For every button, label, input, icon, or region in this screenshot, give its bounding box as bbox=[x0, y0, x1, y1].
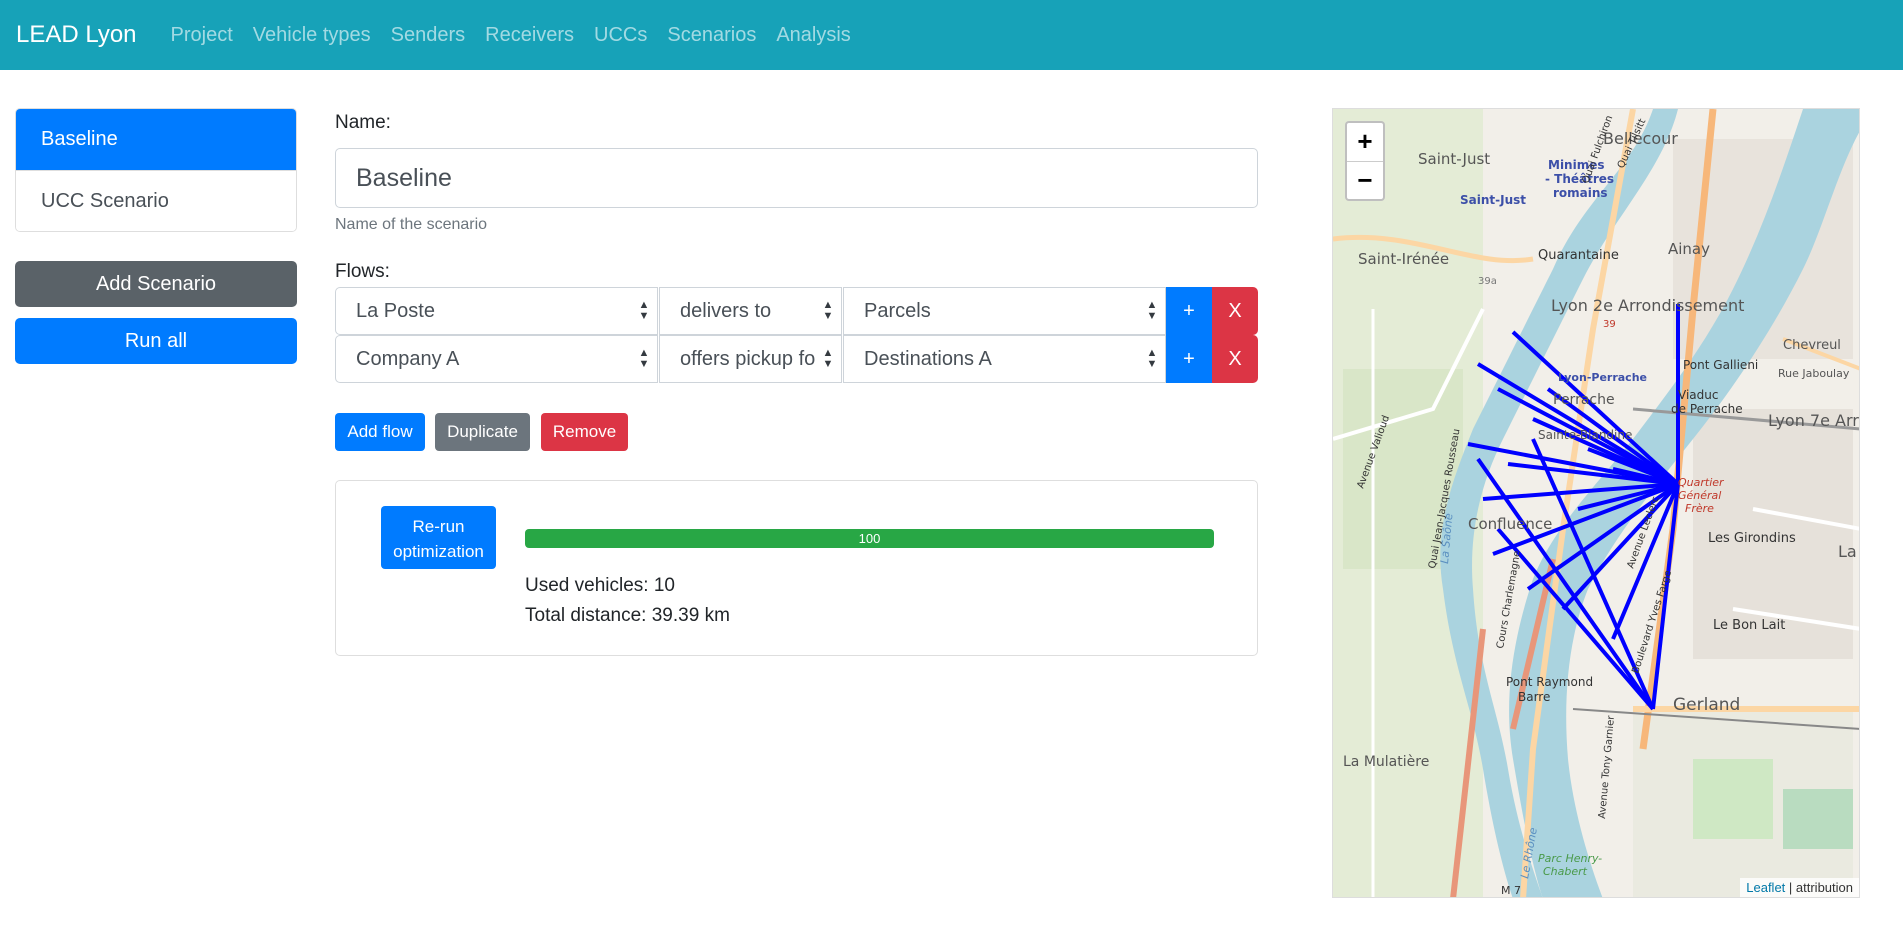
remove-button[interactable]: Remove bbox=[541, 413, 628, 451]
map-label: Chabert bbox=[1543, 865, 1588, 878]
map-label: Parc Henry- bbox=[1538, 852, 1602, 865]
map-label: Barre bbox=[1518, 690, 1550, 704]
map-label: La M bbox=[1838, 542, 1860, 561]
map-label: Saint-Just bbox=[1460, 193, 1526, 207]
map-label: Sainte-Blandine bbox=[1538, 428, 1632, 442]
map-label: Quartier bbox=[1678, 476, 1725, 489]
flows-label: Flows: bbox=[335, 261, 390, 282]
scenario-item-baseline[interactable]: Baseline bbox=[16, 109, 296, 170]
add-flow-button[interactable]: Add flow bbox=[335, 413, 425, 451]
flow-add-button[interactable]: + bbox=[1166, 335, 1212, 383]
used-vehicles-text: Used vehicles: 10 bbox=[525, 575, 675, 596]
map-label: 39 bbox=[1603, 319, 1616, 330]
run-all-button[interactable]: Run all bbox=[15, 318, 297, 364]
map-label: Saint-Just bbox=[1418, 150, 1490, 168]
flow-relation-value: delivers to bbox=[680, 300, 772, 322]
name-input[interactable]: Baseline bbox=[335, 148, 1258, 208]
map-label: Saint-Irénée bbox=[1358, 250, 1449, 268]
map-attribution: Leaflet | attribution bbox=[1740, 878, 1859, 897]
brand[interactable]: LEAD Lyon bbox=[16, 21, 137, 49]
map-tiles: Saint-Just Bellecour Saint-Irénée Quaran… bbox=[1333, 109, 1860, 897]
optimization-progress: 100 bbox=[525, 529, 1214, 548]
flow-sender-select[interactable]: La Poste ▲ ▼ bbox=[335, 287, 658, 335]
nav-project[interactable]: Project bbox=[171, 24, 233, 47]
flow-sender-select[interactable]: Company A ▲ ▼ bbox=[335, 335, 658, 383]
map-label: M 7 bbox=[1501, 884, 1521, 897]
nav-analysis[interactable]: Analysis bbox=[776, 24, 850, 47]
select-arrows-icon: ▲ ▼ bbox=[637, 336, 651, 382]
flow-relation-value: offers pickup fo bbox=[680, 348, 816, 370]
map-label: Ainay bbox=[1668, 240, 1710, 258]
map-label: Le Bon Lait bbox=[1713, 618, 1785, 633]
flow-sender-value: La Poste bbox=[356, 300, 435, 322]
map-label: Lyon 2e Arrondissement bbox=[1551, 296, 1744, 315]
results-card: Re-run optimization 100 Used vehicles: 1… bbox=[335, 480, 1258, 656]
nav-uccs[interactable]: UCCs bbox=[594, 24, 647, 47]
flow-remove-button[interactable]: X bbox=[1212, 287, 1258, 335]
nav-vehicle-types[interactable]: Vehicle types bbox=[253, 24, 371, 47]
rerun-optimization-button[interactable]: Re-run optimization bbox=[381, 506, 496, 569]
duplicate-button[interactable]: Duplicate bbox=[435, 413, 530, 451]
attribution-text: | attribution bbox=[1785, 880, 1853, 895]
total-distance-text: Total distance: 39.39 km bbox=[525, 605, 730, 626]
map-label: Les Girondins bbox=[1708, 531, 1796, 546]
rerun-label-1: Re-run bbox=[412, 517, 465, 536]
select-arrows-icon: ▲ ▼ bbox=[1145, 336, 1159, 382]
route-map[interactable]: Saint-Just Bellecour Saint-Irénée Quaran… bbox=[1332, 108, 1860, 898]
scenario-list: Baseline UCC Scenario bbox=[15, 108, 297, 232]
scenario-item-ucc[interactable]: UCC Scenario bbox=[16, 170, 296, 231]
map-label: Perrache bbox=[1553, 392, 1615, 408]
rerun-label-2: optimization bbox=[393, 542, 484, 561]
map-label: Rue Jaboulay bbox=[1778, 367, 1850, 380]
progress-bar: 100 bbox=[525, 529, 1214, 548]
select-arrows-icon: ▲ ▼ bbox=[637, 288, 651, 334]
map-label: de Perrache bbox=[1671, 402, 1743, 416]
select-arrows-icon: ▲ ▼ bbox=[1145, 288, 1159, 334]
flow-add-button[interactable]: + bbox=[1166, 287, 1212, 335]
nav-senders[interactable]: Senders bbox=[391, 24, 466, 47]
flow-relation-select[interactable]: delivers to ▲ ▼ bbox=[659, 287, 842, 335]
navbar: LEAD Lyon Project Vehicle types Senders … bbox=[0, 0, 1903, 70]
add-scenario-button[interactable]: Add Scenario bbox=[15, 261, 297, 307]
map-label: Frère bbox=[1685, 502, 1714, 515]
flow-target-value: Destinations A bbox=[864, 348, 992, 370]
nav-receivers[interactable]: Receivers bbox=[485, 24, 574, 47]
zoom-out-button[interactable]: − bbox=[1347, 161, 1383, 199]
zoom-control: + − bbox=[1345, 121, 1385, 201]
name-help-text: Name of the scenario bbox=[335, 216, 488, 233]
flow-target-select[interactable]: Destinations A ▲ ▼ bbox=[843, 335, 1166, 383]
map-label: Viaduc bbox=[1678, 388, 1718, 402]
map-label: Pont Gallieni bbox=[1683, 358, 1758, 372]
nav-scenarios[interactable]: Scenarios bbox=[667, 24, 756, 47]
map-label: Gerland bbox=[1673, 695, 1740, 715]
name-label: Name: bbox=[335, 112, 391, 133]
map-label: Lyon-Perrache bbox=[1558, 371, 1647, 384]
select-arrows-icon: ▲ ▼ bbox=[821, 288, 835, 334]
flow-relation-select[interactable]: offers pickup fo ▲ ▼ bbox=[659, 335, 842, 383]
map-label: - Théâtres bbox=[1545, 172, 1614, 186]
flow-remove-button[interactable]: X bbox=[1212, 335, 1258, 383]
map-label: romains bbox=[1553, 186, 1608, 200]
map-label: Quarantaine bbox=[1538, 248, 1619, 263]
map-label: Confluence bbox=[1468, 515, 1552, 533]
map-label: Pont Raymond bbox=[1506, 675, 1593, 689]
leaflet-link[interactable]: Leaflet bbox=[1746, 880, 1785, 895]
map-label: Chevreul bbox=[1783, 338, 1841, 353]
map-label: 39a bbox=[1478, 276, 1497, 287]
map-label: Général bbox=[1678, 489, 1721, 502]
zoom-in-button[interactable]: + bbox=[1347, 123, 1383, 161]
map-label: Lyon 7e Arro bbox=[1768, 411, 1860, 430]
flow-target-value: Parcels bbox=[864, 300, 931, 322]
map-label: La Mulatière bbox=[1343, 754, 1429, 770]
flow-target-select[interactable]: Parcels ▲ ▼ bbox=[843, 287, 1166, 335]
select-arrows-icon: ▲ ▼ bbox=[821, 336, 835, 382]
flow-sender-value: Company A bbox=[356, 348, 460, 370]
